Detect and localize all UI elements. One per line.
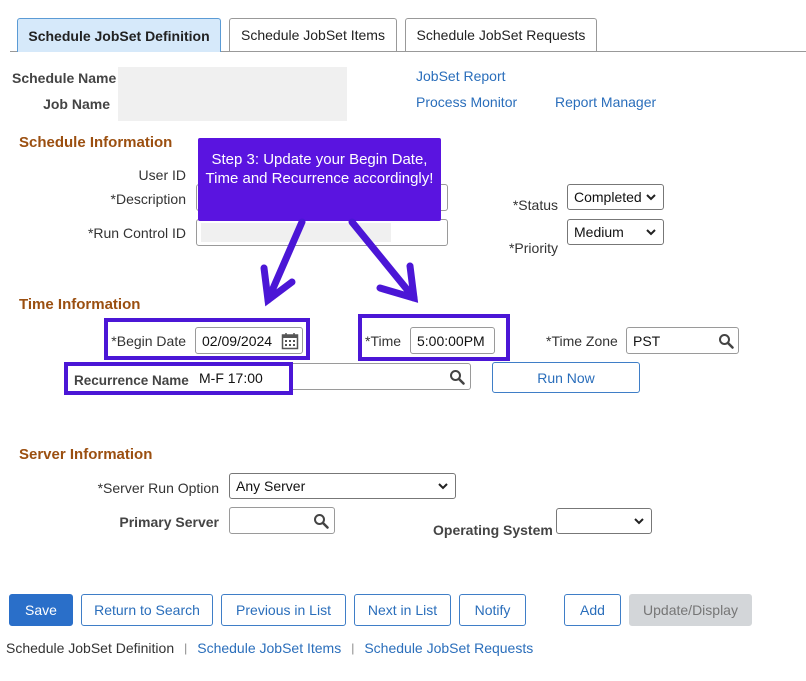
search-icon[interactable] (313, 513, 329, 529)
search-icon[interactable] (449, 369, 465, 385)
previous-in-list-button[interactable]: Previous in List (221, 594, 346, 626)
jobset-report-link[interactable]: JobSet Report (416, 68, 506, 84)
schedule-name-label: Schedule Name (12, 70, 117, 86)
priority-select[interactable]: Medium (567, 219, 664, 245)
begin-date-value: 02/09/2024 (202, 332, 273, 349)
footer-separator: | (351, 641, 355, 655)
tab-label: Schedule JobSet Definition (28, 27, 210, 44)
footer-link-items[interactable]: Schedule JobSet Items (197, 640, 341, 656)
tab-schedule-jobset-requests[interactable]: Schedule JobSet Requests (405, 18, 597, 51)
footer-nav: Schedule JobSet Definition | Schedule Jo… (6, 640, 533, 656)
chevron-down-icon (646, 194, 656, 201)
notify-label: Notify (474, 602, 511, 618)
schedule-name-value-redacted (118, 67, 347, 121)
operating-system-label: Operating System (433, 522, 553, 538)
run-control-id-label: *Run Control ID (87, 225, 186, 241)
time-zone-label: *Time Zone (546, 333, 618, 349)
save-button[interactable]: Save (9, 594, 73, 626)
time-field[interactable]: 5:00:00PM (410, 327, 495, 354)
primary-server-label: Primary Server (119, 514, 219, 530)
tab-label: Schedule JobSet Items (241, 27, 385, 43)
add-button[interactable]: Add (564, 594, 621, 626)
server-run-option-select[interactable]: Any Server (229, 473, 456, 499)
return-to-search-button[interactable]: Return to Search (81, 594, 213, 626)
run-now-label: Run Now (537, 369, 595, 386)
run-control-id-field[interactable] (196, 219, 448, 246)
report-manager-link[interactable]: Report Manager (555, 94, 656, 110)
status-select[interactable]: Completed (567, 184, 664, 210)
server-run-option-label: *Server Run Option (97, 480, 219, 496)
job-name-label: Job Name (43, 96, 110, 112)
priority-label: *Priority (508, 240, 558, 256)
calendar-icon[interactable] (281, 332, 299, 350)
chevron-down-icon (438, 483, 448, 490)
chevron-down-icon (646, 229, 656, 236)
server-information-heading: Server Information (19, 446, 153, 463)
run-control-id-value-redacted (201, 223, 391, 242)
save-label: Save (25, 602, 57, 618)
recurrence-name-label: Recurrence Name (74, 373, 189, 388)
begin-date-label: *Begin Date (111, 333, 186, 349)
schedule-information-heading: Schedule Information (19, 134, 173, 151)
update-display-label: Update/Display (643, 602, 738, 618)
add-label: Add (580, 602, 605, 618)
next-in-list-label: Next in List (367, 602, 438, 618)
time-zone-value: PST (633, 332, 661, 349)
time-zone-field[interactable]: PST (626, 327, 739, 354)
status-label: *Status (512, 197, 558, 213)
recurrence-name-value: M-F 17:00 (199, 370, 263, 386)
status-value: Completed (574, 189, 642, 205)
time-information-heading: Time Information (19, 296, 141, 313)
begin-date-field[interactable]: 02/09/2024 (195, 327, 303, 354)
user-id-label: User ID (138, 167, 186, 183)
previous-in-list-label: Previous in List (236, 602, 331, 618)
arrow-head-begin-date (260, 264, 296, 307)
description-label: *Description (110, 191, 186, 207)
return-to-search-label: Return to Search (94, 602, 200, 618)
primary-server-field[interactable] (229, 507, 335, 534)
time-value: 5:00:00PM (417, 332, 485, 349)
chevron-down-icon (634, 518, 644, 525)
priority-value: Medium (574, 224, 624, 240)
run-now-button[interactable]: Run Now (492, 362, 640, 393)
tab-label: Schedule JobSet Requests (416, 27, 586, 43)
update-display-button: Update/Display (629, 594, 752, 626)
step-callout: Step 3: Update your Begin Date, Time and… (198, 138, 441, 221)
callout-text: Step 3: Update your Begin Date, Time and… (205, 151, 434, 187)
footer-current-page: Schedule JobSet Definition (6, 640, 175, 656)
tab-schedule-jobset-items[interactable]: Schedule JobSet Items (229, 18, 397, 51)
operating-system-select[interactable] (556, 508, 652, 534)
time-label: *Time (365, 333, 402, 349)
next-in-list-button[interactable]: Next in List (354, 594, 451, 626)
server-run-option-value: Any Server (236, 478, 306, 494)
search-icon[interactable] (718, 333, 734, 349)
arrow-head-time (376, 262, 419, 303)
tab-schedule-jobset-definition[interactable]: Schedule JobSet Definition (17, 18, 221, 52)
process-monitor-link[interactable]: Process Monitor (416, 94, 517, 110)
notify-button[interactable]: Notify (459, 594, 526, 626)
footer-separator: | (184, 641, 188, 655)
footer-link-requests[interactable]: Schedule JobSet Requests (364, 640, 533, 656)
